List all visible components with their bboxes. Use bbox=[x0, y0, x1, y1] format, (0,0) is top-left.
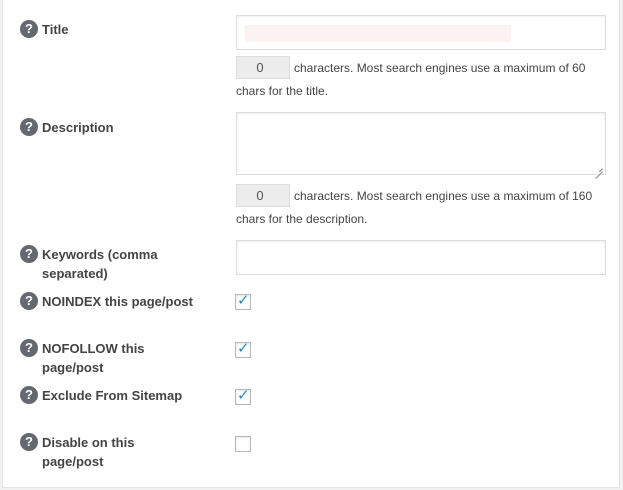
description-label: Description bbox=[42, 120, 114, 135]
nofollow-label-group: ? NOFOLLOW this page/post bbox=[20, 339, 170, 377]
description-counter-line: 0 characters. Most search engines use a m… bbox=[236, 184, 616, 230]
keywords-label-group: ? Keywords (comma separated) bbox=[20, 245, 190, 283]
help-icon[interactable]: ? bbox=[20, 118, 38, 136]
exclude-sitemap-label-group: ? Exclude From Sitemap bbox=[20, 386, 220, 405]
help-icon[interactable]: ? bbox=[20, 292, 38, 310]
checkmark-icon: ✓ bbox=[237, 387, 250, 404]
title-input-highlight bbox=[245, 25, 511, 42]
title-input[interactable] bbox=[236, 15, 606, 50]
description-textarea[interactable] bbox=[236, 112, 606, 175]
exclude-sitemap-checkbox[interactable]: ✓ bbox=[235, 387, 251, 405]
title-char-counter: 0 bbox=[236, 56, 290, 80]
checkmark-icon: ✓ bbox=[237, 340, 250, 357]
noindex-checkbox[interactable]: ✓ bbox=[235, 292, 251, 310]
seo-settings-panel: ? Title 0 characters. Most search engines… bbox=[2, 0, 620, 488]
nofollow-checkbox[interactable]: ✓ bbox=[235, 340, 251, 358]
nofollow-label: NOFOLLOW this page/post bbox=[42, 341, 145, 375]
checkmark-icon: ✓ bbox=[237, 292, 250, 309]
noindex-label-group: ? NOINDEX this page/post bbox=[20, 292, 220, 311]
disable-label-group: ? Disable on this page/post bbox=[20, 433, 170, 471]
disable-checkbox[interactable] bbox=[235, 436, 251, 452]
help-icon[interactable]: ? bbox=[20, 386, 38, 404]
exclude-sitemap-label: Exclude From Sitemap bbox=[42, 388, 183, 403]
help-icon[interactable]: ? bbox=[20, 20, 38, 38]
keywords-input[interactable] bbox=[236, 240, 606, 275]
description-label-group: ? Description bbox=[20, 118, 114, 137]
title-counter-line: 0 characters. Most search engines use a m… bbox=[236, 56, 616, 102]
noindex-label: NOINDEX this page/post bbox=[42, 294, 193, 309]
resize-handle-icon[interactable] bbox=[595, 164, 603, 172]
title-label-group: ? Title bbox=[20, 20, 69, 39]
help-icon[interactable]: ? bbox=[20, 339, 38, 357]
description-char-counter: 0 bbox=[236, 184, 290, 208]
help-icon[interactable]: ? bbox=[20, 433, 38, 451]
title-label: Title bbox=[42, 22, 69, 37]
help-icon[interactable]: ? bbox=[20, 245, 38, 263]
disable-label: Disable on this page/post bbox=[42, 435, 135, 469]
keywords-label: Keywords (comma separated) bbox=[42, 247, 158, 281]
